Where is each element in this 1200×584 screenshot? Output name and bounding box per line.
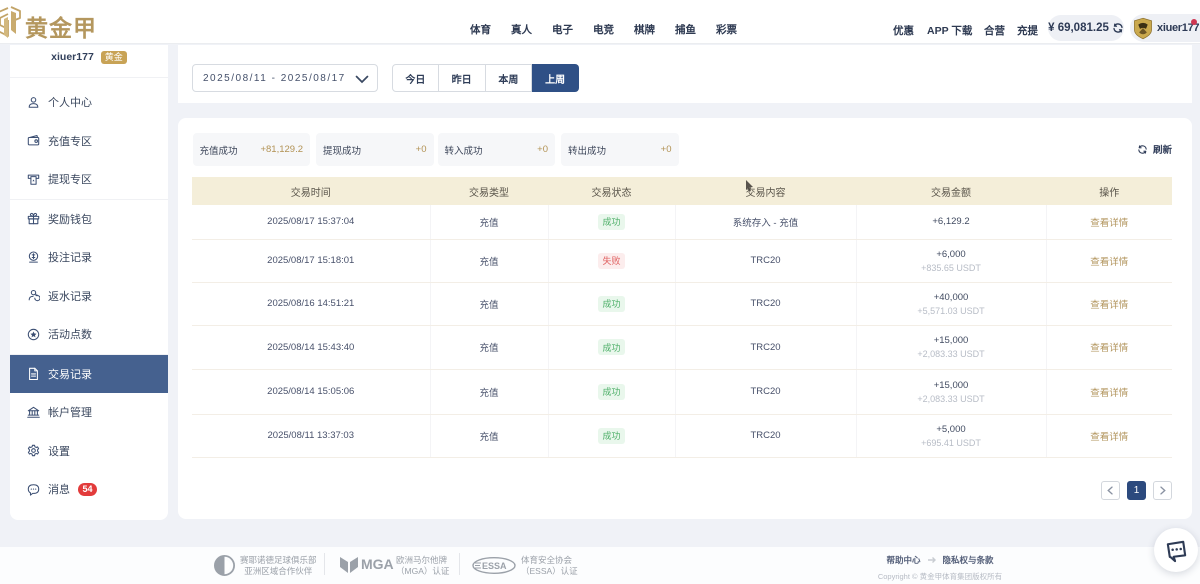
svg-text:ESSA: ESSA <box>482 561 507 571</box>
